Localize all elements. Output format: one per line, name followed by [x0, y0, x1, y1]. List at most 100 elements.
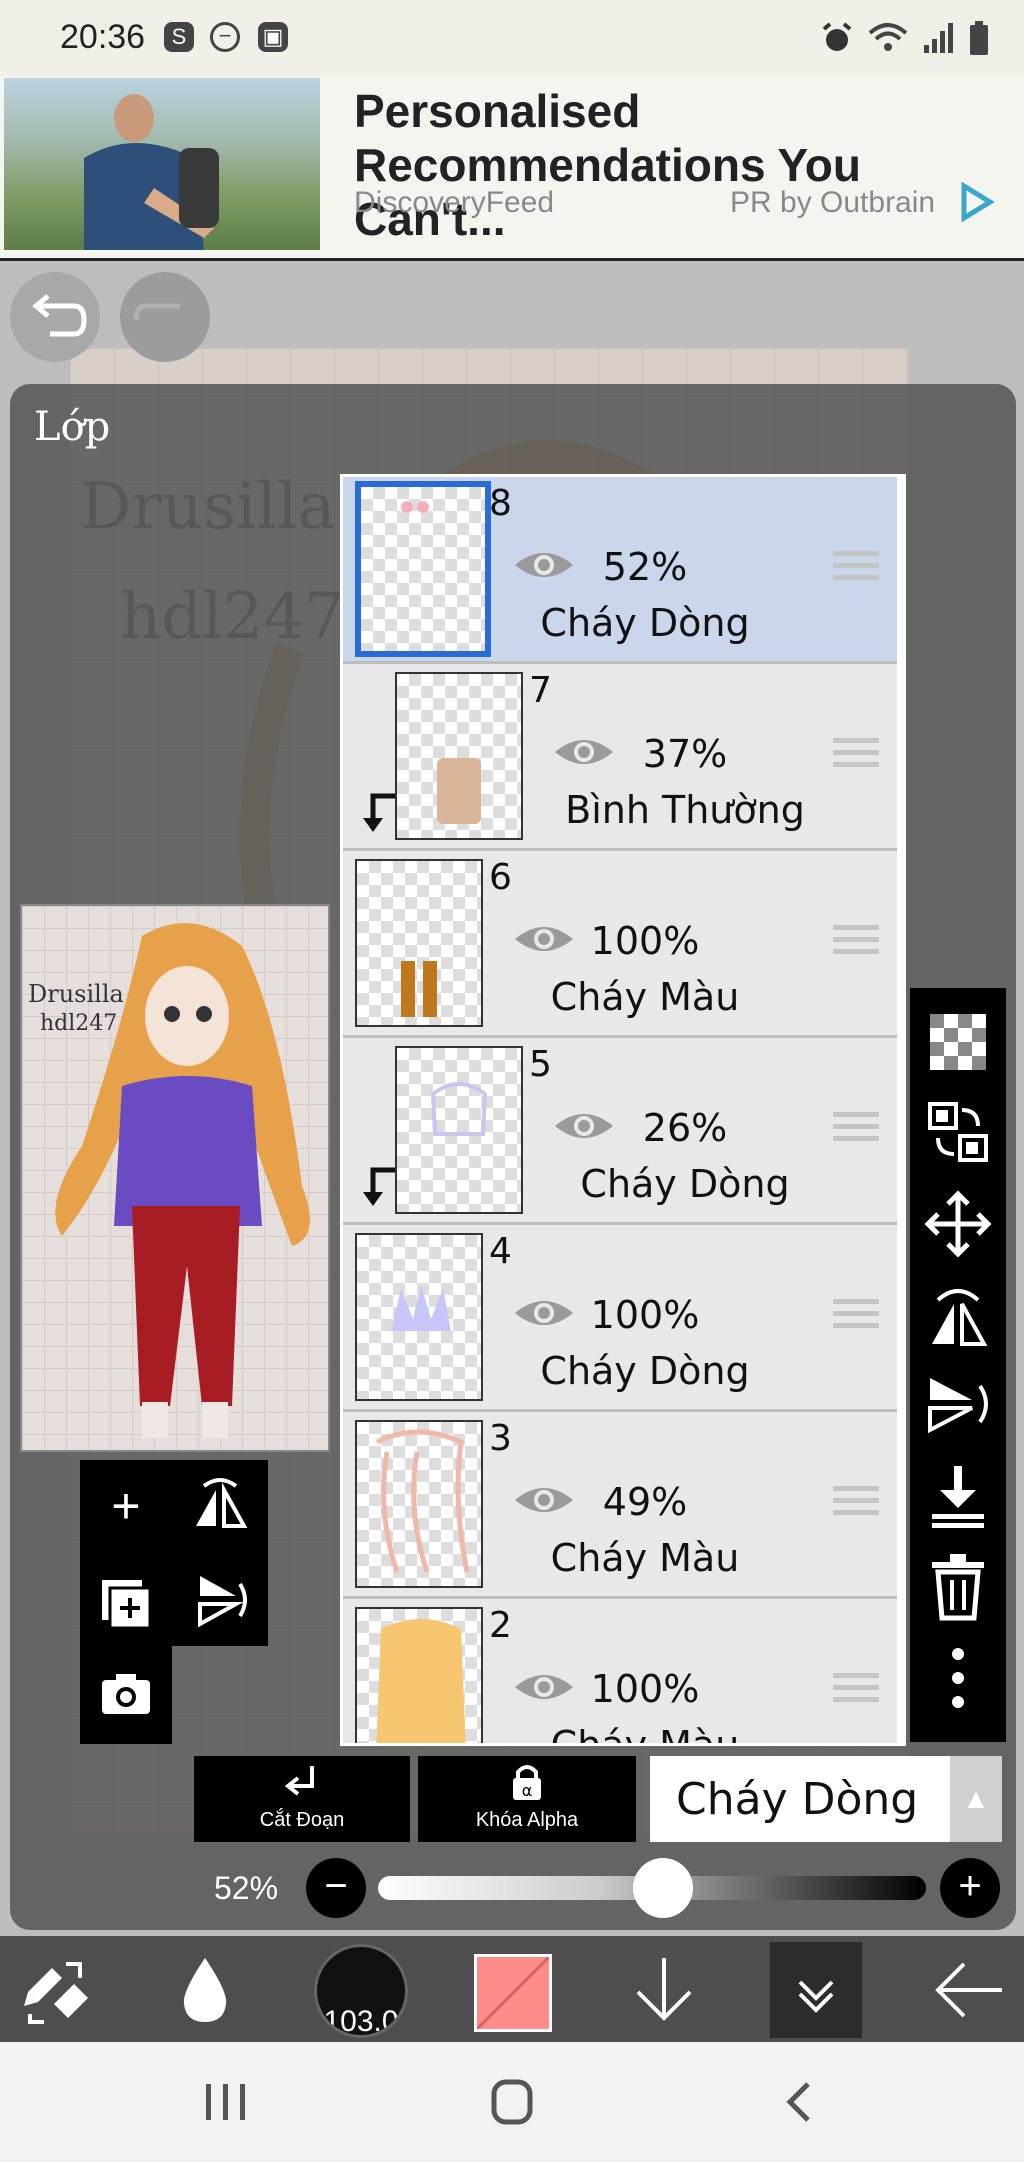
blend-mode-arrow-icon[interactable]: ▲	[950, 1756, 1002, 1842]
blend-mode-value: Cháy Dòng	[676, 1774, 919, 1825]
flip-vertical-button[interactable]	[180, 1560, 260, 1640]
layer-thumbnail[interactable]	[395, 1046, 523, 1214]
layer-opacity: 100%	[590, 919, 700, 963]
delete-layer-icon[interactable]	[922, 1550, 994, 1622]
svg-text:α: α	[522, 1781, 533, 1800]
samsung-icon: S	[164, 22, 194, 52]
layer-thumbnail[interactable]	[355, 1420, 483, 1588]
layer-row[interactable]: 4 100% Cháy Dòng	[343, 1225, 897, 1412]
alpha-lock-button[interactable]: α Khóa Alpha	[418, 1756, 636, 1842]
flip-vertical-icon[interactable]	[922, 1368, 994, 1440]
duplicate-layer-button[interactable]	[86, 1560, 166, 1640]
brush-size-value: 103.0	[323, 2005, 399, 2038]
layer-number: 4	[489, 1231, 512, 1272]
camera-button[interactable]	[86, 1654, 166, 1734]
layer-row[interactable]: 5 26% Cháy Dòng	[343, 1038, 897, 1225]
drag-handle-icon[interactable]	[833, 1297, 879, 1331]
undo-button[interactable]	[10, 272, 100, 362]
status-time: 20:36	[60, 18, 146, 56]
preview-artwork: Drusilla hdl247	[28, 923, 311, 1438]
clipping-icon	[284, 1766, 314, 1796]
layer-row[interactable]: 7 37% Bình Thường	[343, 664, 897, 851]
layer-opacity: 26%	[642, 1106, 728, 1150]
system-nav-bar	[0, 2042, 1024, 2162]
layer-row[interactable]: 2 100% Cháy Màu	[343, 1599, 897, 1746]
opacity-slider-knob[interactable]	[632, 1858, 693, 1918]
dnd-icon: −	[210, 22, 240, 52]
lock-icon: α	[513, 1765, 541, 1800]
camera-icon	[102, 1674, 150, 1714]
opacity-increase-button[interactable]: +	[940, 1858, 1000, 1918]
drag-handle-icon[interactable]	[833, 736, 879, 770]
screenshot-icon: ▣	[258, 22, 288, 52]
duplicate-icon	[102, 1580, 152, 1630]
layer-blend-mode: Cháy Dòng	[580, 1162, 790, 1206]
layer-opacity: 100%	[590, 1667, 700, 1711]
layer-number: 5	[529, 1044, 552, 1085]
opacity-label: 52%	[214, 1870, 279, 1906]
drag-handle-icon[interactable]	[833, 923, 879, 957]
ad-pr-label[interactable]: PR by Outbrain	[730, 186, 935, 220]
undo-icon	[32, 294, 87, 337]
ad-title[interactable]: Personalised Recommendations You Can't..…	[354, 84, 1014, 246]
layer-opacity: 100%	[590, 1293, 700, 1337]
layer-thumbnail[interactable]	[355, 859, 483, 1027]
add-layer-button[interactable]: +	[86, 1466, 166, 1546]
merge-down-icon[interactable]	[922, 1460, 994, 1532]
drag-handle-icon[interactable]	[833, 1484, 879, 1518]
drag-handle-icon[interactable]	[833, 1110, 879, 1144]
move-layer-content-icon[interactable]	[922, 1096, 994, 1168]
drag-handle-icon[interactable]	[833, 549, 879, 583]
move-icon[interactable]	[922, 1188, 994, 1260]
layer-thumbnail[interactable]	[355, 481, 491, 657]
brush-eraser-switch-icon[interactable]	[18, 1952, 94, 2028]
layer-number: 3	[489, 1418, 512, 1459]
layer-thumbnail[interactable]	[355, 1233, 483, 1401]
ad-banner[interactable]: Personalised Recommendations You Can't..…	[0, 76, 1024, 261]
redo-button[interactable]	[120, 272, 210, 362]
layer-row[interactable]: 3 49% Cháy Màu	[343, 1412, 897, 1599]
double-chevron-down-icon	[798, 1980, 834, 2013]
clipping-arrow-icon	[363, 1167, 395, 1206]
adchoices-icon[interactable]	[956, 182, 996, 222]
brush-size-indicator[interactable]: 103.0	[314, 1944, 408, 2038]
layers-list[interactable]: 8 52% Cháy Dòng 7 37% Bình Thường 6 100%…	[340, 474, 906, 1746]
flip-horizontal-icon	[196, 1478, 248, 1528]
clipping-button[interactable]: Cắt Đoạn	[194, 1756, 410, 1842]
drag-handle-icon[interactable]	[833, 1671, 879, 1705]
ad-image[interactable]	[4, 78, 320, 250]
layer-thumbnail[interactable]	[355, 1607, 483, 1743]
signal-icon	[924, 23, 953, 53]
redo-icon	[133, 303, 180, 321]
layer-row[interactable]: 6 100% Cháy Màu	[343, 851, 897, 1038]
transparent-layer-icon[interactable]	[922, 1006, 994, 1078]
layer-number: 7	[529, 670, 552, 711]
collapse-button[interactable]	[770, 1942, 862, 2038]
back-icon[interactable]	[770, 2076, 830, 2128]
svg-text:hdl247: hdl247	[40, 1011, 117, 1036]
recent-apps-icon[interactable]	[196, 2076, 256, 2128]
dropper-icon[interactable]	[170, 1952, 240, 2028]
svg-text:Drusilla: Drusilla	[28, 980, 124, 1008]
panel-title: Lớp	[34, 404, 111, 450]
layer-thumbnail[interactable]	[395, 672, 523, 840]
layer-opacity: 37%	[642, 732, 728, 776]
flip-horizontal-button[interactable]	[180, 1466, 260, 1546]
home-icon[interactable]	[482, 2076, 542, 2128]
layer-blend-mode: Bình Thường	[565, 788, 805, 832]
layer-blend-mode: Cháy Màu	[550, 1536, 740, 1580]
right-toolbar	[910, 988, 1006, 1742]
blend-mode-select[interactable]: Cháy Dòng	[650, 1756, 950, 1842]
color-swatch[interactable]	[474, 1954, 552, 2032]
opacity-decrease-button[interactable]: −	[306, 1858, 366, 1918]
alpha-lock-label: Khóa Alpha	[475, 1809, 579, 1831]
back-arrow-icon[interactable]	[930, 1952, 1010, 2028]
flip-horizontal-icon[interactable]	[922, 1280, 994, 1352]
wifi-icon	[868, 23, 908, 51]
more-options-icon[interactable]	[922, 1642, 994, 1714]
arrow-down-icon[interactable]	[626, 1952, 702, 2028]
layer-row[interactable]: 8 52% Cháy Dòng	[343, 477, 897, 664]
canvas-preview[interactable]: Drusilla hdl247	[20, 904, 330, 1452]
layer-blend-mode: Cháy Màu	[550, 1723, 740, 1746]
layer-opacity: 52%	[602, 545, 688, 589]
